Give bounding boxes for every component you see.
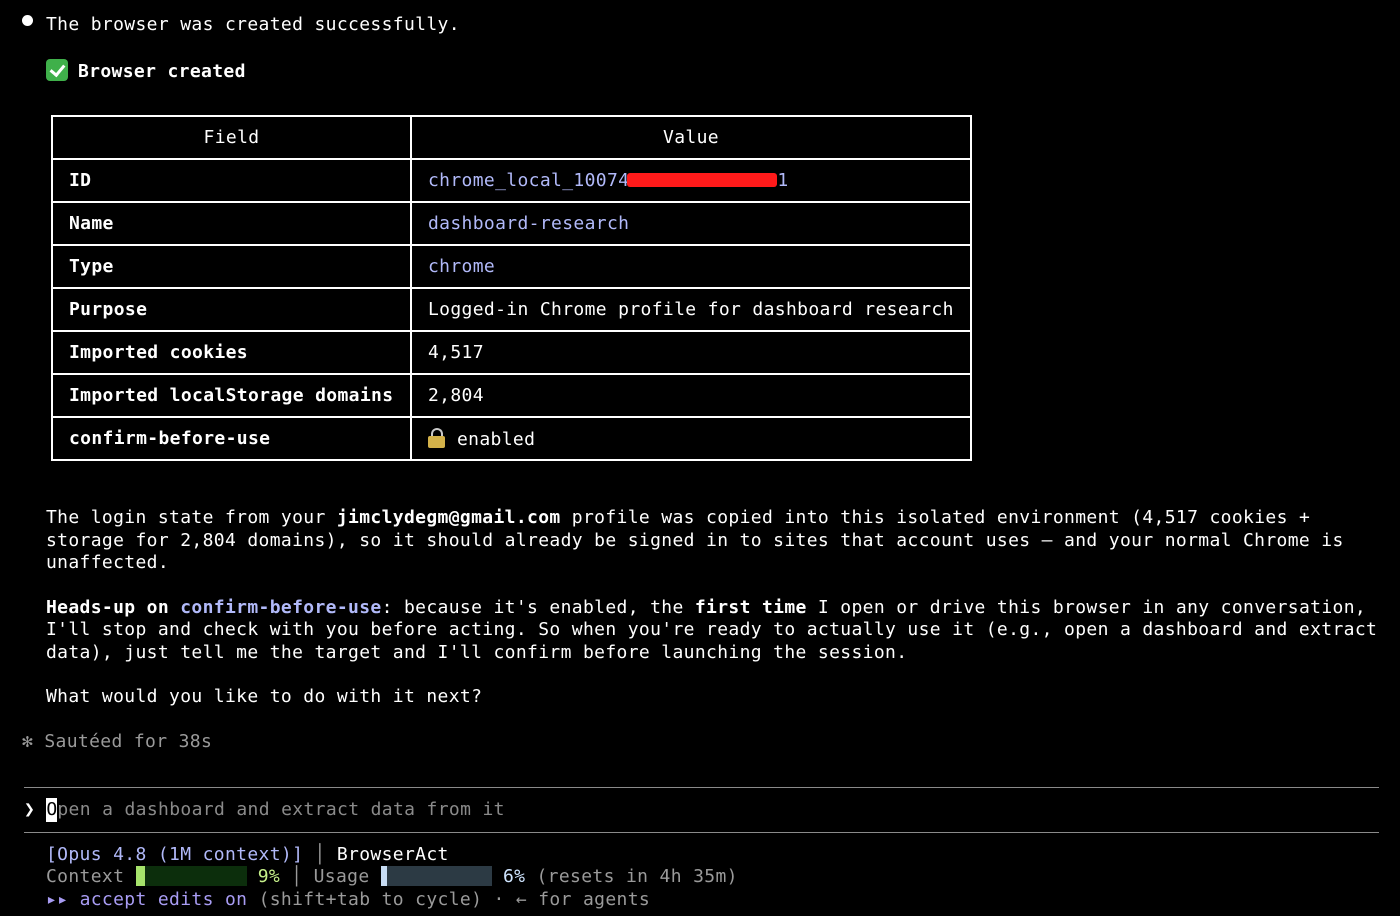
table-row: Imported cookies 4,517 bbox=[51, 330, 972, 375]
spinner-star-icon: ✻ bbox=[22, 731, 34, 752]
prompt-input[interactable]: ❯ Open a dashboard and extract data from… bbox=[24, 798, 505, 822]
field-cell: ID bbox=[51, 158, 412, 203]
table-header-row: Field Value bbox=[51, 115, 972, 160]
column-header-field: Field bbox=[51, 115, 412, 160]
app-name: BrowserAct bbox=[336, 844, 449, 865]
status-separator: │ bbox=[314, 844, 326, 865]
paragraph-1-line-3: unaffected. bbox=[46, 552, 170, 573]
confirm-value: enabled bbox=[457, 428, 536, 450]
field-cell: Name bbox=[51, 201, 412, 246]
field-cell: confirm-before-use bbox=[51, 416, 412, 461]
context-label: Context bbox=[46, 866, 125, 887]
usage-label: Usage bbox=[313, 866, 370, 887]
field-cell: Type bbox=[51, 244, 412, 289]
paragraph-2-line-3: data), just tell me the target and I'll … bbox=[46, 642, 908, 663]
first-time-emphasis: first time bbox=[694, 597, 807, 618]
timing-text: Sautéed for 38s bbox=[44, 731, 213, 752]
created-heading-text: Browser created bbox=[78, 61, 246, 82]
usage-status-line: Context 9% │ Usage 6% (resets in 4h 35m) bbox=[46, 866, 738, 888]
value-cell: dashboard-research bbox=[410, 201, 972, 246]
account-email: jimclydegm@gmail.com bbox=[336, 507, 561, 528]
model-label: [Opus 4.8 (1M context)] bbox=[46, 844, 304, 865]
follow-up-question: What would you like to do with it next? bbox=[46, 686, 483, 707]
redaction-mark bbox=[627, 173, 778, 187]
status-separator: │ bbox=[291, 866, 303, 887]
mode-hint: (shift+tab to cycle) · ← for agents bbox=[258, 889, 651, 910]
field-cell: Imported cookies bbox=[51, 330, 412, 375]
context-bar-fill bbox=[135, 866, 146, 886]
paragraph-2-line-1: Heads-up on confirm-before-use: because … bbox=[46, 597, 1366, 619]
text-cursor: O bbox=[46, 798, 58, 822]
text-segment: I open or drive this browser in any conv… bbox=[806, 597, 1367, 618]
context-percent: 9% bbox=[257, 866, 281, 887]
flag-name: confirm-before-use bbox=[180, 597, 382, 618]
value-cell: enabled bbox=[410, 416, 972, 461]
field-cell: Imported localStorage domains bbox=[51, 373, 412, 418]
text-segment: profile was copied into this isolated en… bbox=[560, 507, 1311, 528]
input-bottom-divider bbox=[24, 832, 1379, 833]
paragraph-1-line-1: The login state from your jimclydegm@gma… bbox=[46, 507, 1310, 529]
value-cell: 2,804 bbox=[410, 373, 972, 418]
table-row: ID chrome_local_10074 1 bbox=[51, 158, 972, 203]
value-cell: chrome_local_10074 1 bbox=[410, 158, 972, 203]
mode-arrows-icon: ▸▸ bbox=[46, 889, 69, 910]
check-mark-icon bbox=[46, 59, 68, 81]
table-row: Type chrome bbox=[51, 244, 972, 289]
id-value-tail: 1 bbox=[777, 170, 789, 191]
column-header-value: Value bbox=[410, 115, 972, 160]
paragraph-1-line-2: storage for 2,804 domains), so it should… bbox=[46, 530, 1344, 551]
mode-line: ▸▸ accept edits on (shift+tab to cycle) … bbox=[46, 889, 650, 911]
browser-details-table: Field Value ID chrome_local_10074 1 Name … bbox=[51, 115, 972, 461]
usage-percent: 6% bbox=[502, 866, 526, 887]
resets-text: (resets in 4h 35m) bbox=[536, 866, 738, 887]
paragraph-2-line-2: I'll stop and check with you before acti… bbox=[46, 619, 1378, 640]
status-message: The browser was created successfully. bbox=[46, 14, 460, 35]
lock-icon bbox=[428, 427, 445, 448]
heads-up-label: Heads-up on bbox=[46, 597, 181, 618]
usage-bar-fill bbox=[380, 866, 388, 886]
table-row: Name dashboard-research bbox=[51, 201, 972, 246]
table-row: confirm-before-use enabled bbox=[51, 416, 972, 461]
created-heading: Browser created bbox=[46, 59, 246, 82]
table-row: Purpose Logged-in Chrome profile for das… bbox=[51, 287, 972, 332]
context-bar bbox=[135, 866, 247, 886]
id-value: chrome_local_10074 bbox=[428, 170, 630, 191]
text-segment: : because it's enabled, the bbox=[381, 597, 695, 618]
input-top-divider bbox=[24, 787, 1379, 788]
timing-line: ✻ Sautéed for 38s bbox=[22, 731, 212, 753]
input-placeholder: pen a dashboard and extract data from it bbox=[57, 799, 505, 820]
value-cell: Logged-in Chrome profile for dashboard r… bbox=[410, 287, 972, 332]
usage-bar bbox=[380, 866, 492, 886]
table-row: Imported localStorage domains 2,804 bbox=[51, 373, 972, 418]
field-cell: Purpose bbox=[51, 287, 412, 332]
prompt-chevron-icon: ❯ bbox=[24, 799, 36, 820]
model-status-line: [Opus 4.8 (1M context)] │ BrowserAct bbox=[46, 844, 449, 866]
message-bullet-icon bbox=[22, 15, 33, 26]
mode-label[interactable]: accept edits on bbox=[80, 889, 248, 910]
text-segment: The login state from your bbox=[46, 507, 337, 528]
value-cell: chrome bbox=[410, 244, 972, 289]
value-cell: 4,517 bbox=[410, 330, 972, 375]
